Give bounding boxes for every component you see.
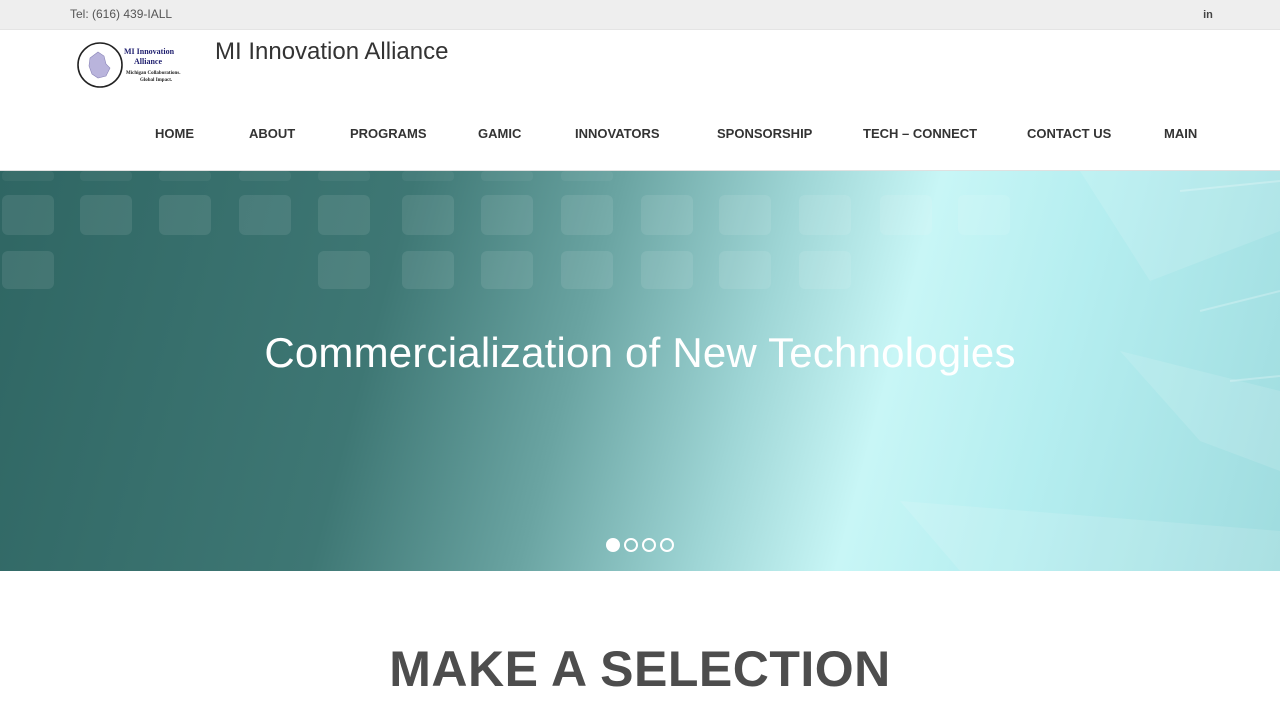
nav-item-main[interactable]: MAIN: [1164, 126, 1197, 141]
slider-dot-1[interactable]: [606, 538, 620, 552]
nav-item-contact-us[interactable]: CONTACT US: [1027, 126, 1111, 141]
nav-item-tech-connect[interactable]: TECH – CONNECT: [863, 126, 977, 141]
site-logo[interactable]: MI Innovation Alliance Michigan Collabor…: [76, 40, 200, 92]
nav-item-innovators[interactable]: INNOVATORS: [575, 126, 660, 141]
logo-text-line-1: MI Innovation: [124, 47, 175, 56]
section-title: MAKE A SELECTION: [389, 641, 891, 697]
phone-number: Tel: (616) 439-IALL: [70, 7, 173, 21]
nav-item-home[interactable]: HOME: [155, 126, 194, 141]
nav-item-programs[interactable]: PROGRAMS: [350, 126, 427, 141]
nav-item-gamic[interactable]: GAMIC: [478, 126, 521, 141]
site-title[interactable]: MI Innovation Alliance: [215, 38, 448, 66]
nav-item-about[interactable]: ABOUT: [249, 126, 295, 141]
slider-dot-4[interactable]: [660, 538, 674, 552]
site-header: MI Innovation Alliance Michigan Collabor…: [0, 30, 1280, 171]
linkedin-icon[interactable]: in: [1200, 7, 1216, 23]
logo-text-line-2: Alliance: [134, 57, 162, 66]
hero-slider: Commercialization of New Technologies: [0, 171, 1280, 571]
logo-text-line-3: Michigan Collaborations.: [126, 71, 181, 76]
nav-item-sponsorship[interactable]: SPONSORSHIP: [717, 126, 812, 141]
slider-dot-3[interactable]: [642, 538, 656, 552]
top-bar: Tel: (616) 439-IALL in: [0, 0, 1280, 30]
main-navigation: HOME ABOUT PROGRAMS GAMIC INNOVATORS SPO…: [0, 126, 1280, 144]
hero-title: Commercialization of New Technologies: [264, 329, 1016, 376]
slider-dot-2[interactable]: [624, 538, 638, 552]
logo-text-line-4: Global Impact.: [140, 78, 173, 83]
